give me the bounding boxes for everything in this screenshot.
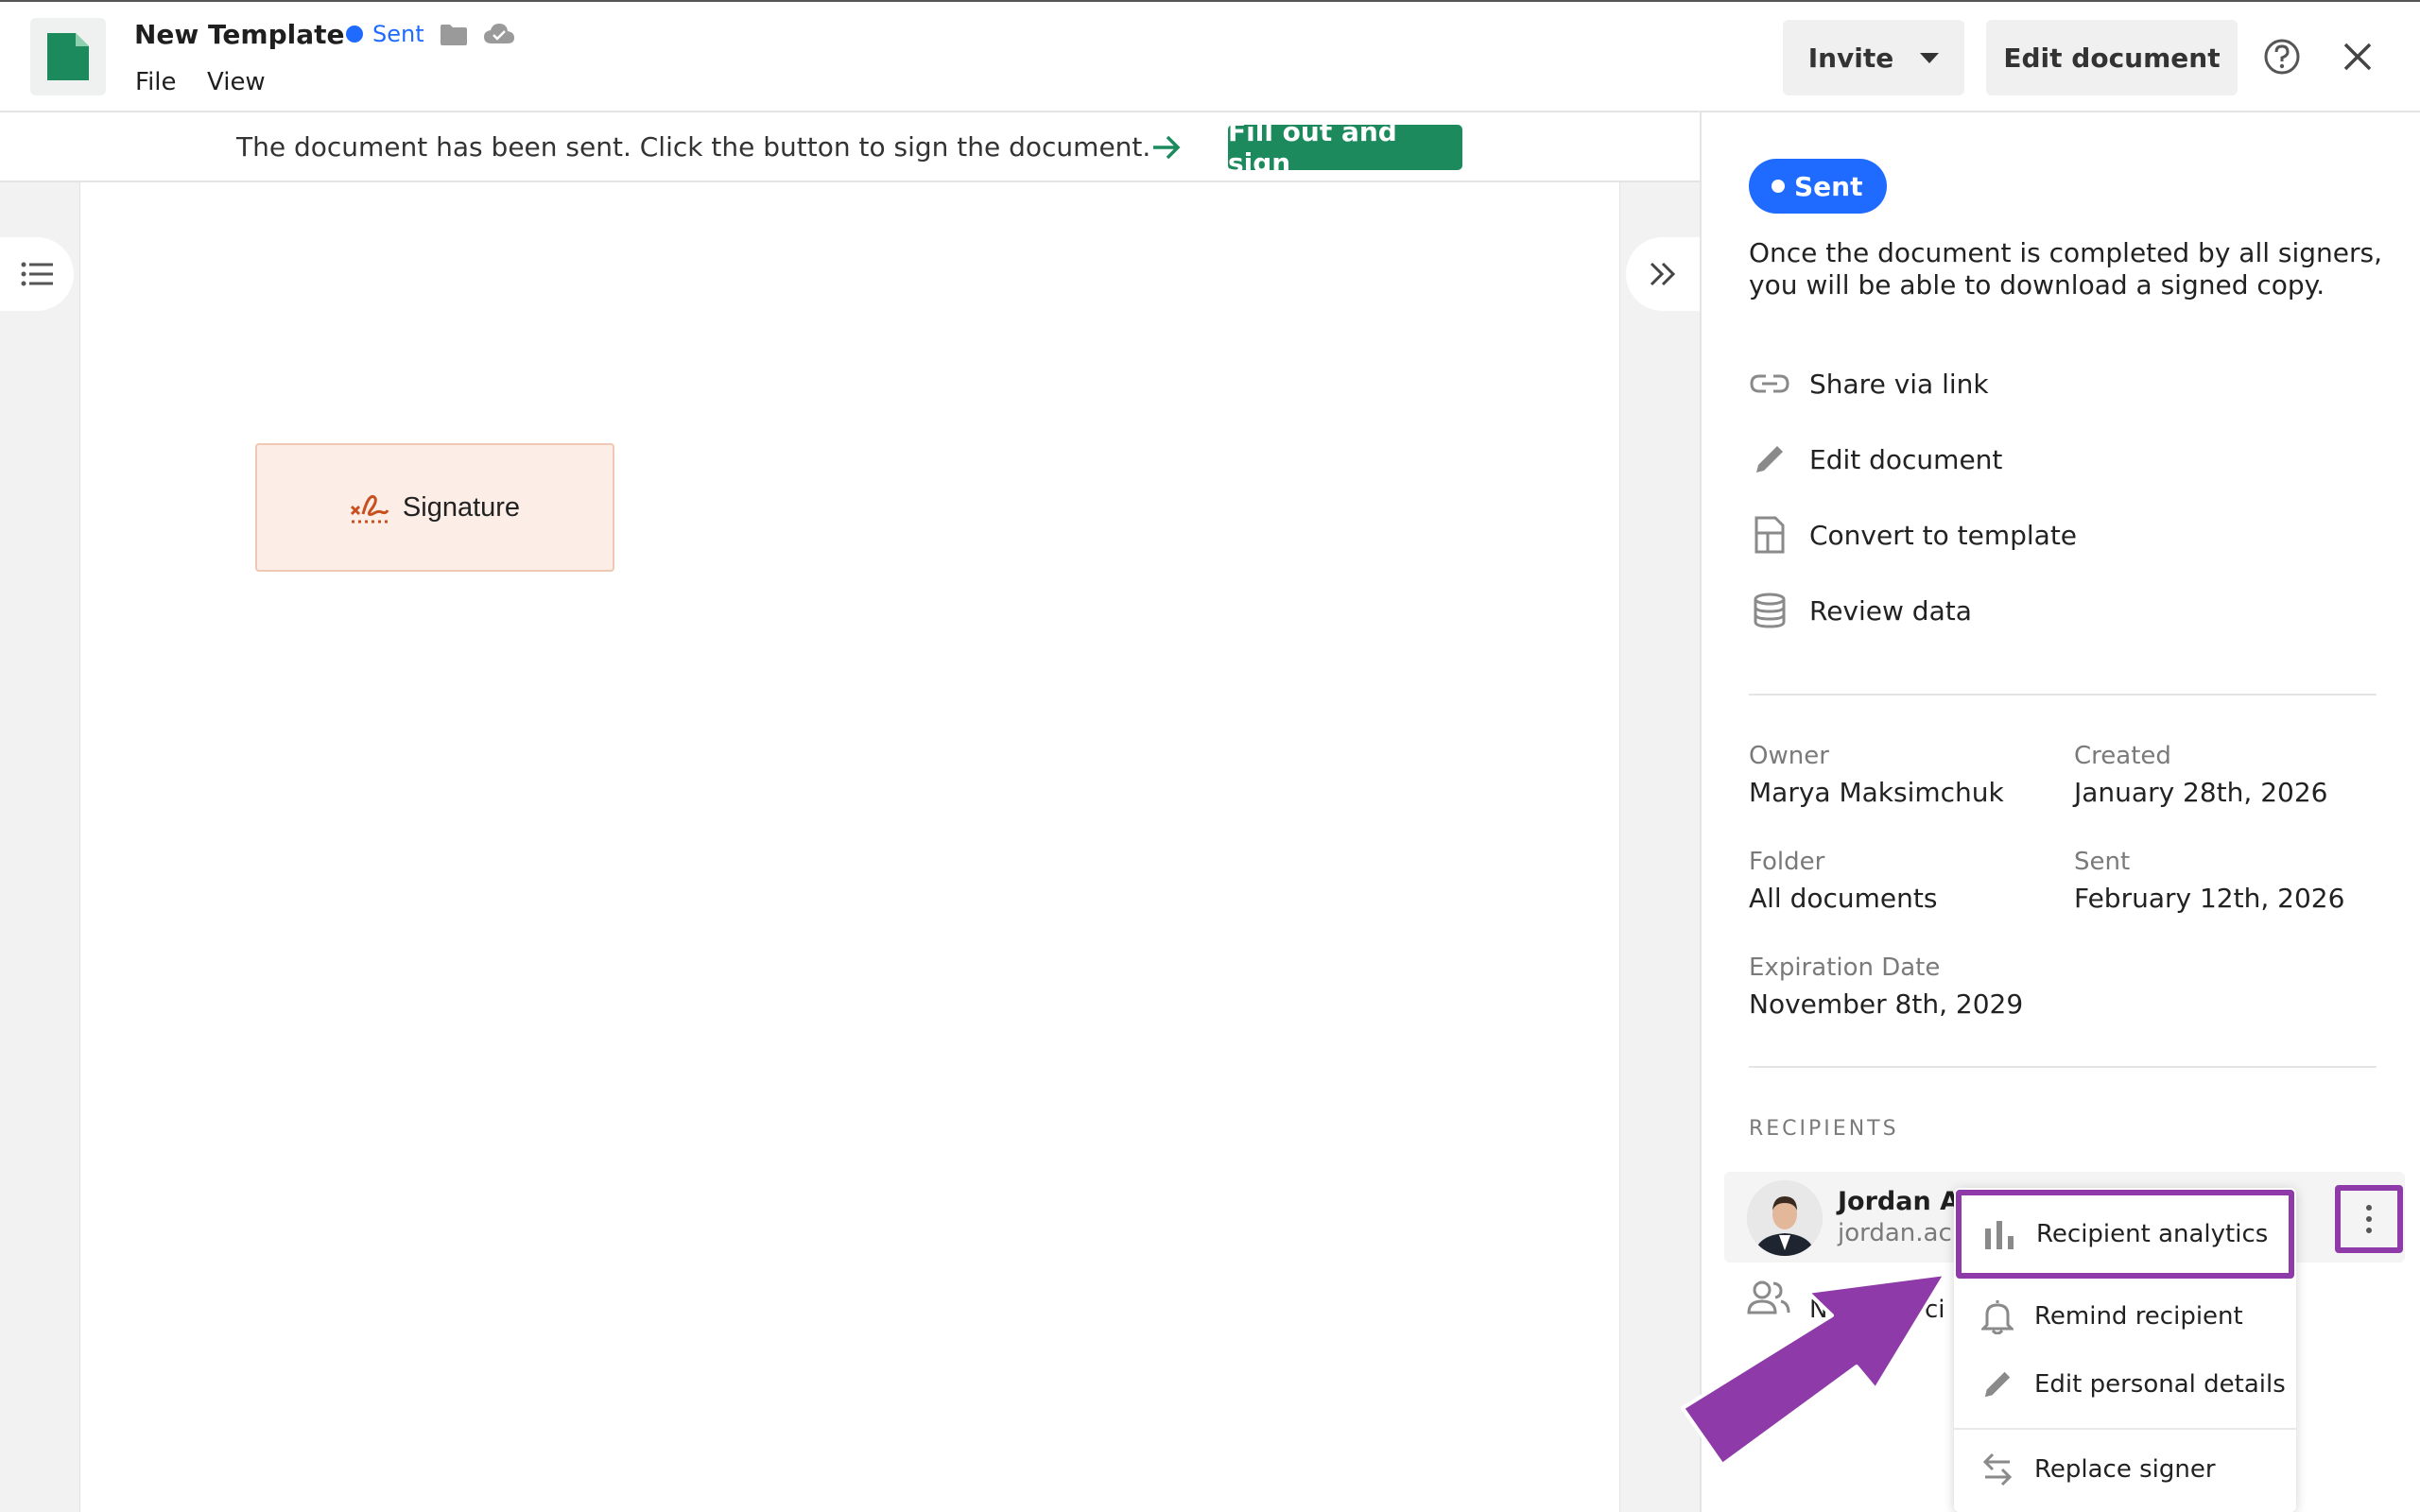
- status-dot: [346, 26, 363, 43]
- menu-divider: [1954, 1428, 2296, 1430]
- convert-to-template-label: Convert to template: [1809, 519, 2078, 551]
- menu-item-remind-recipient[interactable]: Remind recipient: [1954, 1282, 2296, 1350]
- sent-key: Sent: [2074, 848, 2131, 876]
- outline-toggle-button[interactable]: [0, 237, 74, 311]
- divider: [1749, 694, 2377, 696]
- avatar: [1747, 1180, 1823, 1256]
- menu-file[interactable]: File: [135, 68, 177, 96]
- owner-value: Marya Maksimchuk: [1749, 777, 2004, 808]
- menu-item-replace-signer[interactable]: Replace signer: [1954, 1435, 2296, 1503]
- kebab-dot: [2366, 1228, 2372, 1233]
- divider: [1749, 1066, 2377, 1068]
- document-page: Signature: [79, 182, 1620, 1512]
- menu-item-recipient-analytics[interactable]: Recipient analytics: [1956, 1190, 2294, 1279]
- document-icon: [47, 33, 89, 80]
- top-bar: New Template Sent File View Invite Edit …: [0, 0, 2420, 112]
- menu-item-edit-personal-details[interactable]: Edit personal details: [1954, 1350, 2296, 1418]
- document-status: Sent: [346, 21, 424, 47]
- share-via-link-label: Share via link: [1809, 368, 1989, 400]
- double-chevron-right-icon: [1650, 262, 1676, 286]
- kebab-dot: [2366, 1216, 2372, 1222]
- folder-key: Folder: [1749, 848, 1825, 876]
- status-dot: [1772, 180, 1785, 193]
- sent-value: February 12th, 2026: [2074, 883, 2345, 914]
- signature-field[interactable]: Signature: [255, 443, 614, 572]
- help-icon[interactable]: [2263, 38, 2301, 76]
- convert-to-template-action[interactable]: Convert to template: [1749, 511, 2077, 558]
- completion-note: Once the document is completed by all si…: [1749, 237, 2383, 301]
- menu-item-label: Recipient analytics: [2036, 1220, 2269, 1248]
- fill-out-and-sign-button[interactable]: Fill out and sign: [1228, 116, 1462, 179]
- expiration-value: November 8th, 2029: [1749, 988, 2024, 1020]
- menu-view[interactable]: View: [207, 68, 266, 96]
- link-icon: [1750, 374, 1789, 393]
- banner-text: The document has been sent. Click the bu…: [236, 131, 1151, 163]
- bell-icon: [1981, 1300, 2014, 1334]
- edit-document-label: Edit document: [1809, 443, 2003, 475]
- close-icon[interactable]: [2342, 42, 2373, 72]
- review-data-label: Review data: [1809, 594, 1972, 627]
- caret-down-icon: [1920, 52, 1940, 63]
- owner-key: Owner: [1749, 742, 1829, 770]
- invite-button[interactable]: Invite: [1783, 20, 1964, 95]
- recipient-actions-menu: Recipient analytics Remind recipient Edi…: [1954, 1188, 2296, 1512]
- signature-label: Signature: [402, 491, 521, 523]
- annotation-arrow: [1681, 1272, 1947, 1467]
- kebab-dot: [2366, 1205, 2372, 1211]
- status-text: Sent: [372, 21, 424, 47]
- pencil-icon: [1984, 1371, 2011, 1398]
- sent-banner: The document has been sent. Click the bu…: [0, 112, 1700, 182]
- edit-document-button[interactable]: Edit document: [1986, 20, 2238, 95]
- document-logo[interactable]: [30, 18, 106, 95]
- status-badge: Sent: [1749, 159, 1888, 214]
- expiration-key: Expiration Date: [1749, 954, 1941, 982]
- avatar-image: [1747, 1180, 1823, 1256]
- recipient-more-button[interactable]: [2335, 1185, 2403, 1253]
- share-via-link-action[interactable]: Share via link: [1749, 360, 1989, 407]
- signature-icon: [350, 494, 389, 524]
- expand-panel-button[interactable]: [1626, 237, 1700, 311]
- document-title[interactable]: New Template: [134, 19, 345, 50]
- recipients-heading: RECIPIENTS: [1749, 1117, 1899, 1141]
- cloud-saved-icon: [484, 24, 514, 43]
- folder-value: All documents: [1749, 883, 1938, 914]
- document-canvas: Signature: [0, 182, 1700, 1512]
- recipient-name: Jordan A: [1838, 1187, 1960, 1216]
- created-value: January 28th, 2026: [2074, 777, 2328, 808]
- recipient-email: jordan.ac: [1838, 1219, 1952, 1247]
- review-data-action[interactable]: Review data: [1749, 587, 1972, 634]
- swap-icon: [1982, 1452, 2013, 1486]
- menu-item-label: Edit personal details: [2034, 1370, 2286, 1399]
- edit-document-action[interactable]: Edit document: [1749, 436, 2002, 483]
- menu-item-label: Replace signer: [2034, 1455, 2216, 1484]
- menu-item-label: Remind recipient: [2034, 1302, 2243, 1331]
- folder-icon[interactable]: [441, 25, 467, 45]
- template-icon: [1754, 516, 1785, 554]
- database-icon: [1754, 593, 1786, 628]
- created-key: Created: [2074, 742, 2171, 770]
- arrow-right-icon: [1153, 135, 1181, 160]
- status-badge-label: Sent: [1794, 170, 1863, 202]
- list-icon: [21, 262, 53, 286]
- pencil-icon: [1756, 446, 1783, 472]
- bar-chart-icon: [1985, 1221, 2014, 1249]
- invite-label: Invite: [1807, 42, 1894, 74]
